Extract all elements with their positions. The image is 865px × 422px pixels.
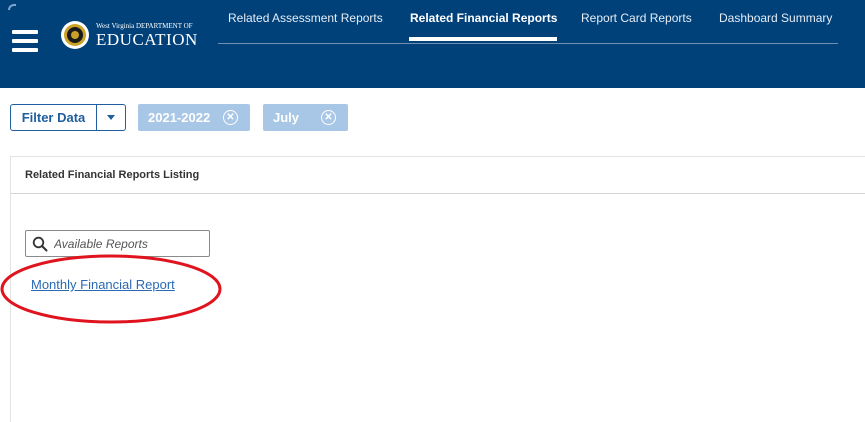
tab-dashboard-summary[interactable]: Dashboard Summary: [719, 11, 832, 25]
filter-chip-year: 2021-2022 ✕: [138, 104, 250, 131]
tab-related-financial-reports[interactable]: Related Financial Reports: [410, 11, 557, 25]
report-link-monthly-financial[interactable]: Monthly Financial Report: [31, 277, 175, 292]
tab-related-assessment-reports[interactable]: Related Assessment Reports: [228, 11, 383, 25]
close-circle-icon[interactable]: ✕: [321, 110, 336, 125]
filter-chip-month: July ✕: [263, 104, 348, 131]
filter-chip-label: July: [273, 110, 300, 125]
reports-listing-panel: Related Financial Reports Listing Monthl…: [10, 156, 865, 422]
search-icon: [32, 236, 48, 251]
close-circle-icon[interactable]: ✕: [223, 110, 238, 125]
available-reports-search[interactable]: [25, 230, 210, 257]
corner-mark: [8, 4, 16, 10]
filter-data-button[interactable]: Filter Data: [11, 105, 97, 130]
listing-title: Related Financial Reports Listing: [11, 157, 865, 194]
chevron-down-icon[interactable]: [97, 105, 125, 130]
top-nav: Related Assessment Reports Related Finan…: [218, 0, 838, 44]
app-header: West Virginia DEPARTMENT OF EDUCATION Re…: [0, 0, 865, 88]
hamburger-icon[interactable]: [12, 30, 38, 52]
filter-data-dropdown[interactable]: Filter Data: [10, 104, 126, 131]
logo-big-text: EDUCATION: [96, 29, 198, 49]
logo-small-text: West Virginia DEPARTMENT OF: [96, 21, 193, 30]
wv-seal-icon: [61, 21, 89, 49]
wv-education-logo[interactable]: West Virginia DEPARTMENT OF EDUCATION: [60, 18, 198, 52]
tab-report-card-reports[interactable]: Report Card Reports: [581, 11, 692, 25]
search-input[interactable]: [54, 236, 204, 251]
active-tab-indicator: [409, 37, 557, 41]
filter-chip-label: 2021-2022: [148, 110, 211, 125]
